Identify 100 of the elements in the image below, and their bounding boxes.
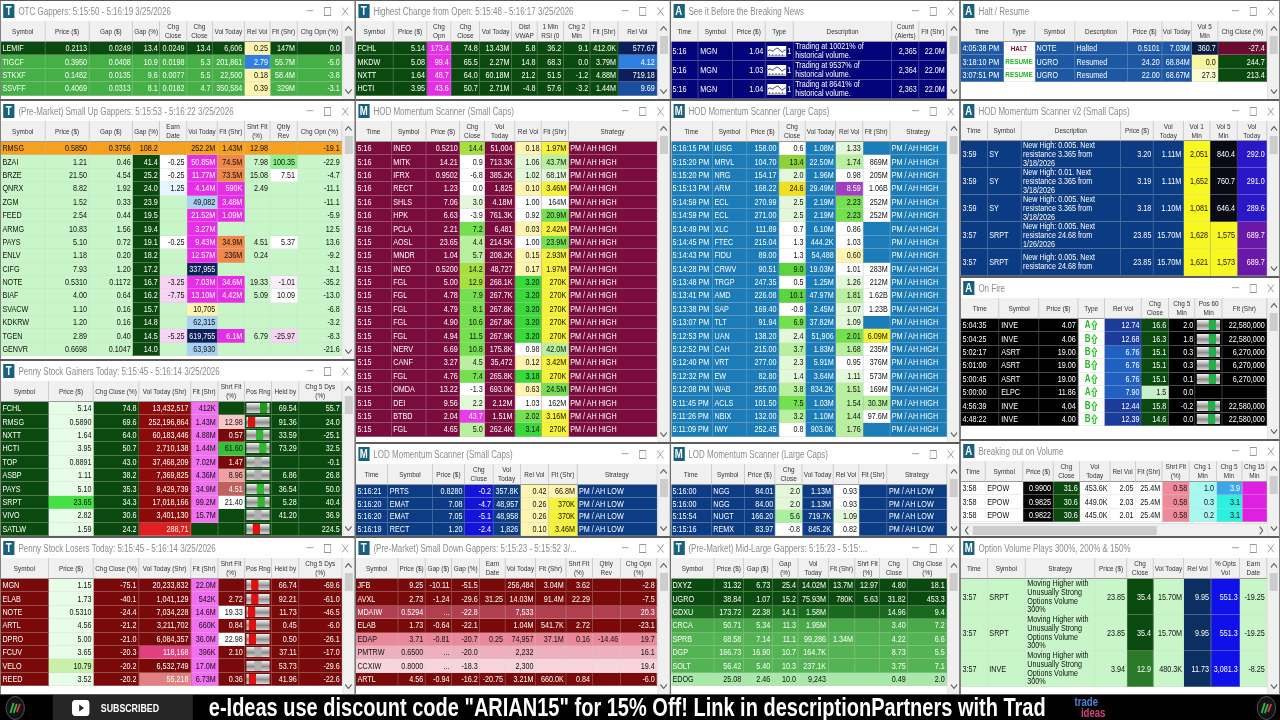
table-row[interactable]: 5:16:15 PM IUSG 158.00 0.6 1.08M 1.33 PM / AH HIGH [670,142,948,156]
table-row[interactable]: 5:15:54 NUGT 166.20 5.6 719.7K 1.09 PM / AH LOW [670,510,948,524]
table-row[interactable]: 5:11:09 PM IWY 252.45 0.8 903.0K 1.76 PM / AH HIGH [670,423,948,437]
scrollbar[interactable] [342,381,355,536]
table-row[interactable]: 5:15:13 PM ARM 168.22 24.6 29.49M 8.59 1.06B PM / AH HIGH [670,182,948,196]
scroll-thumb[interactable] [949,479,958,497]
table-row[interactable]: 5:16 MITK 14.21 0.9 713.3K 1.06 43.7M PM / AH HIGH [355,155,658,169]
table-row[interactable]: HCTI 3.95 43.6 50.7 2.71M -4.8 57.6 -3.2 1.44M 9.69 [355,82,658,96]
scrollbar[interactable] [1267,21,1280,99]
table-row[interactable]: ENLV 1.18 0.20 18.2 12.57M 236M 0.24 -9.2 [0,249,343,263]
scroll-thumb[interactable] [344,396,353,414]
table-row[interactable]: HCTI 3.95 50.7 2,710,138 1.44M 61.60 73.29 32.5 [0,442,343,456]
scrollbar[interactable] [947,464,960,536]
table-row[interactable]: BZAI 1.21 0.46 41.4 -0.25 50.85M 74.5M 7.98 100.35 -22.9 [0,155,343,169]
table-row[interactable]: 3:58 EPOW 0.9900 31.6 453.6K 2.05 25.4M 0.58 1.0 3.9 [960,482,1268,496]
table-row[interactable]: 3:57 SRPT New High: 0.005. Next resistance 24.68 from 1/26/2026 23.85 15.70M 1,628 1,575 689.7 [960,222,1268,249]
table-row[interactable]: 5:12:08 PM WAB 255.00 3.8 834.2K 1.51 169M PM / AH HIGH [670,383,948,397]
scroll-thumb[interactable] [344,573,353,591]
table-row[interactable]: 5:15 FGL 4.90 10.6 267.8K 3.20 270K PM / AH HIGH [355,316,658,330]
table-row[interactable]: 5:15 OMDA 13.22 -1.3 693.0K 0.63 24.5M PM / AH HIGH [355,383,658,397]
table-row[interactable]: 5:04:25 INVE 4.06 B 12.68 16.3 1.8 22,580,000 [960,332,1268,346]
table-row[interactable]: RMSG 0.5850 0.3756 108.2 252.2M 1.43M 12.98 -19.1 [0,142,343,156]
table-row[interactable]: 5:15 DEI 9.56 2.2 2.12M 1.03 162M PM / AH HIGH [355,396,658,410]
table-row[interactable]: 3:18:10 PM RESUME UGRO Resumed 24.20 68.84M 0.0 244.7 [960,55,1268,69]
table-row[interactable]: DXYZ 31.32 6.73 25.4 14.02M 13.7M 12.97 4.80 18.1 [670,579,948,593]
table-row[interactable]: 5:12:53 PM UAN 138.20 2.4 51,906 2.01 6.09M PM / AH HIGH [670,329,948,343]
scroll-thumb[interactable] [949,573,958,591]
table-row[interactable]: MKDW 5.08 99.4 65.5 2.27M 14.8 68.3 0.0 3.79M 4.12 [355,55,658,69]
scroll-thumb[interactable] [659,479,668,497]
table-row[interactable]: ELAB 1.73 -40.1 1,041,129 542K 2.72 92.21 -61.0 [0,592,343,606]
scroll-thumb[interactable] [972,525,1157,535]
scrollbar[interactable] [947,21,960,99]
table-row[interactable]: 5:16:20 EMAT 7.05 -5.1 48,958 0.26 370K PM / AH LOW [355,510,658,524]
scrollbar[interactable] [342,121,355,359]
table-row[interactable]: 3:59 SY New High: 0.005. Next resistance 3.365 from 3/18/2026 3.18 1.10M 1,081 646.4 289.6 [960,195,1268,222]
scroll-thumb[interactable] [344,136,353,154]
scrollbar[interactable] [657,21,670,99]
table-row[interactable]: ELAB 1.73 -0.64 -22.1 1.04M 541.7K 2.72 -23.1 [355,619,658,633]
table-row[interactable]: 5:12:40 PM VRT 277.00 2.3 5.91M 0.95 376M PM / AH HIGH [670,356,948,370]
table-row[interactable]: 3:57 SRPT Moving Higher with Unusually Strong Options Volume 300% 23.85 35.4 15.70M 9.95 551.3 -19.25 [960,579,1268,615]
table-row[interactable]: 3:57 SRPT Moving Higher with Unusually Strong Options Volume 300% 23.85 35.4 15.70M 9.95 551.3 -19.25 [960,615,1268,651]
table-row[interactable]: FCHL 5.14 173.4 74.8 13.43M 5.8 36.2 9.1 412.0K 577.67 [355,42,658,56]
table-row[interactable]: VIVO 2.82 30.6 3,401,130 15.7M 41.20 36.9 [0,509,343,523]
table-row[interactable]: 4:05:38 PM HALT NOTE Halted 0.5101 7.03M 360.7 -27.4 [960,42,1268,56]
table-row[interactable]: 5:16:00 NGG 84.01 2.0 1.13M 0.93 PM / AH LOW [670,485,948,498]
table-row[interactable]: 5:13:07 PM TLT 91.94 6.9 37.82M 1.09 PM / AH HIGH [670,316,948,330]
table-row[interactable]: 5:15 FGL 4.65 5.0 262.4K 3.14 270K PM / AH HIGH [355,423,658,437]
table-row[interactable]: 5:15 MNDR 1.04 5.7 208.2K 0.15 2.93M PM / AH HIGH [355,249,658,263]
table-row[interactable]: 5:15 FGL 4.78 7.9 267.7K 3.20 270K PM / AH HIGH [355,289,658,303]
scroll-thumb[interactable] [1269,573,1278,591]
table-row[interactable]: 5:16:21 PRTS 0.8280 -0.2 357.8K 0.42 66.8M PM / AH LOW [355,485,658,498]
subscribe-button[interactable]: SUBSCRIBED [52,695,193,720]
table-row[interactable]: FCHL 5.14 74.8 13,432,517 412K 69.54 55.7 [0,402,343,416]
scroll-thumb[interactable] [1269,136,1278,154]
table-row[interactable]: JFB 9.25 -10.11 -51.5 256,484 3.04M 3.62 -2.8 [355,579,658,593]
table-row[interactable]: ARMG 10.83 1.56 19.4 3.27M 12.5 [0,222,343,236]
table-row[interactable]: 5:16 PCLA 2.21 7.2 6,481 0.03 2.42M PM / AH HIGH [355,222,658,236]
table-row[interactable]: 5:14:43 PM FIDU 89.00 1.3 54,488 0.60 PM / AH HIGH [670,249,948,263]
table-row[interactable]: UGRO 38.84 1.07 15.2 75.93M 780K 5.63 31.82 453.3 [670,592,948,606]
table-row[interactable]: 5:15:16 REMX 83.97 -0.8 845.2K 0.82 PM / AH LOW [670,523,948,536]
scroll-thumb[interactable] [1269,476,1278,494]
scroll-thumb[interactable] [1269,36,1278,54]
scroll-thumb[interactable] [659,136,668,154]
table-row[interactable]: QNRX 8.82 1.92 24.0 1.25 4.14M 590K 2.49 -11.1 [0,182,343,196]
scroll-thumb[interactable] [949,36,958,54]
table-row[interactable]: 5:16:19 RECT 1.20 -2.4 1,826 0.10 3.46M PM / AH LOW [355,523,658,536]
table-row[interactable]: 3:59 SY New High: 0.005. Next resistance 3.365 from 3/18/2026 3.20 1.11M 2,051 840.4 292.0 [960,141,1268,168]
table-row[interactable]: 5:15 CANF 3.27 4.5 35,472 0.12 3.42M PM / AH HIGH [355,356,658,370]
scrollbar[interactable] [1267,461,1280,536]
table-row[interactable]: 5:16 RECT 1.23 0.0 1,825 0.10 3.46M PM / AH HIGH [355,182,658,196]
table-row[interactable]: VELO 10.79 -20.2 6,532,749 17.0M 53.73 -29.6 [0,659,343,673]
table-row[interactable]: RMSG 0.5890 69.6 252,196,864 1.43M 12.98 91.36 24.0 [0,415,343,429]
scrollbar[interactable] [657,558,670,694]
table-row[interactable]: PAYS 5.10 35.3 9,429,739 34.9M 4.51 36.54 50.0 [0,482,343,496]
table-row[interactable]: 3:57 INVE Moving Higher with Unusually Strong Options Volume 300% 3.94 12.9 480.3K 11.73 3,081.3 -8.25 [960,651,1268,687]
table-row[interactable]: 5:04:35 INVE 4.07 A 12.74 16.6 2.0 22,580,000 [960,319,1268,333]
table-row[interactable]: 5:15 FGL 4.94 11.5 267.9K 3.20 270K PM / AH HIGH [355,329,658,343]
table-row[interactable]: ARTL 4.56 -21.2 3,211,702 660K 0.84 0.45 -6.0 [0,619,343,633]
scrollbar[interactable] [342,558,355,694]
table-row[interactable]: 3:57 SRPT New High: 0.005. Next resistance 24.68 from 23.85 15.70M 1,621 1,573 689.7 [960,249,1268,276]
table-row[interactable]: TGEN 2.89 0.40 14.5 -5.25 619,755 6.1M 6.79 -25.97 -8.3 [0,329,343,343]
table-row[interactable]: KDKRW 1.20 0.16 14.8 62,315 -3.2 [0,316,343,330]
table-row[interactable]: LEMIF 0.2113 0.0249 13.4 0.0249 13.4 6,606 0.25 147M 0.0 [0,42,343,56]
table-row[interactable]: MGN 1.15 -75.1 20,233,832 22.0M 66.74 -69.6 [0,579,343,593]
table-row[interactable]: 5:16 INEO 0.5210 14.4 51,004 0.18 1.97M PM / AH HIGH [355,142,658,156]
table-row[interactable]: 5:11:45 PM ACLS 101.50 7.5 1.03M 1.54 30.3M PM / AH HIGH [670,396,948,410]
table-row[interactable]: SSVFF 0.4069 0.0313 8.1 0.0182 4.7 350,584 0.39 329M -3.1 [0,82,343,96]
table-row[interactable]: CCXIW 0.8000 ... -18.3 2,300 19.4 [355,659,658,673]
scroll-thumb[interactable] [1269,313,1278,331]
scrollbar[interactable] [342,21,355,99]
horizontal-scrollbar[interactable] [960,523,1268,536]
table-row[interactable]: 4:56:39 INVE 4.04 B 12.44 15.8 -0.2 22,580,000 [960,399,1268,413]
table-row[interactable]: 3:58 EPOW 0.9825 30.6 449.0K 2.03 25.4M 0.58 0.3 3.1 [960,495,1268,509]
scrollbar[interactable] [1267,121,1280,276]
table-row[interactable]: 3:59 SY New High: 0.01. Next resistance 3.365 from 3/18/2026 3.19 1.11M 1,652 760.7 291.0 [960,168,1268,195]
table-row[interactable]: 5:13:41 PM AMD 226.08 10.1 47.97M 1.81 1.62B PM / AH HIGH [670,289,948,303]
table-row[interactable]: 5:01:00 ASRT 19.00 B 6.76 15.1 0.3 6,270,000 [960,359,1268,373]
scrollbar[interactable] [657,121,670,442]
scroll-thumb[interactable] [949,136,958,154]
scroll-thumb[interactable] [659,36,668,54]
